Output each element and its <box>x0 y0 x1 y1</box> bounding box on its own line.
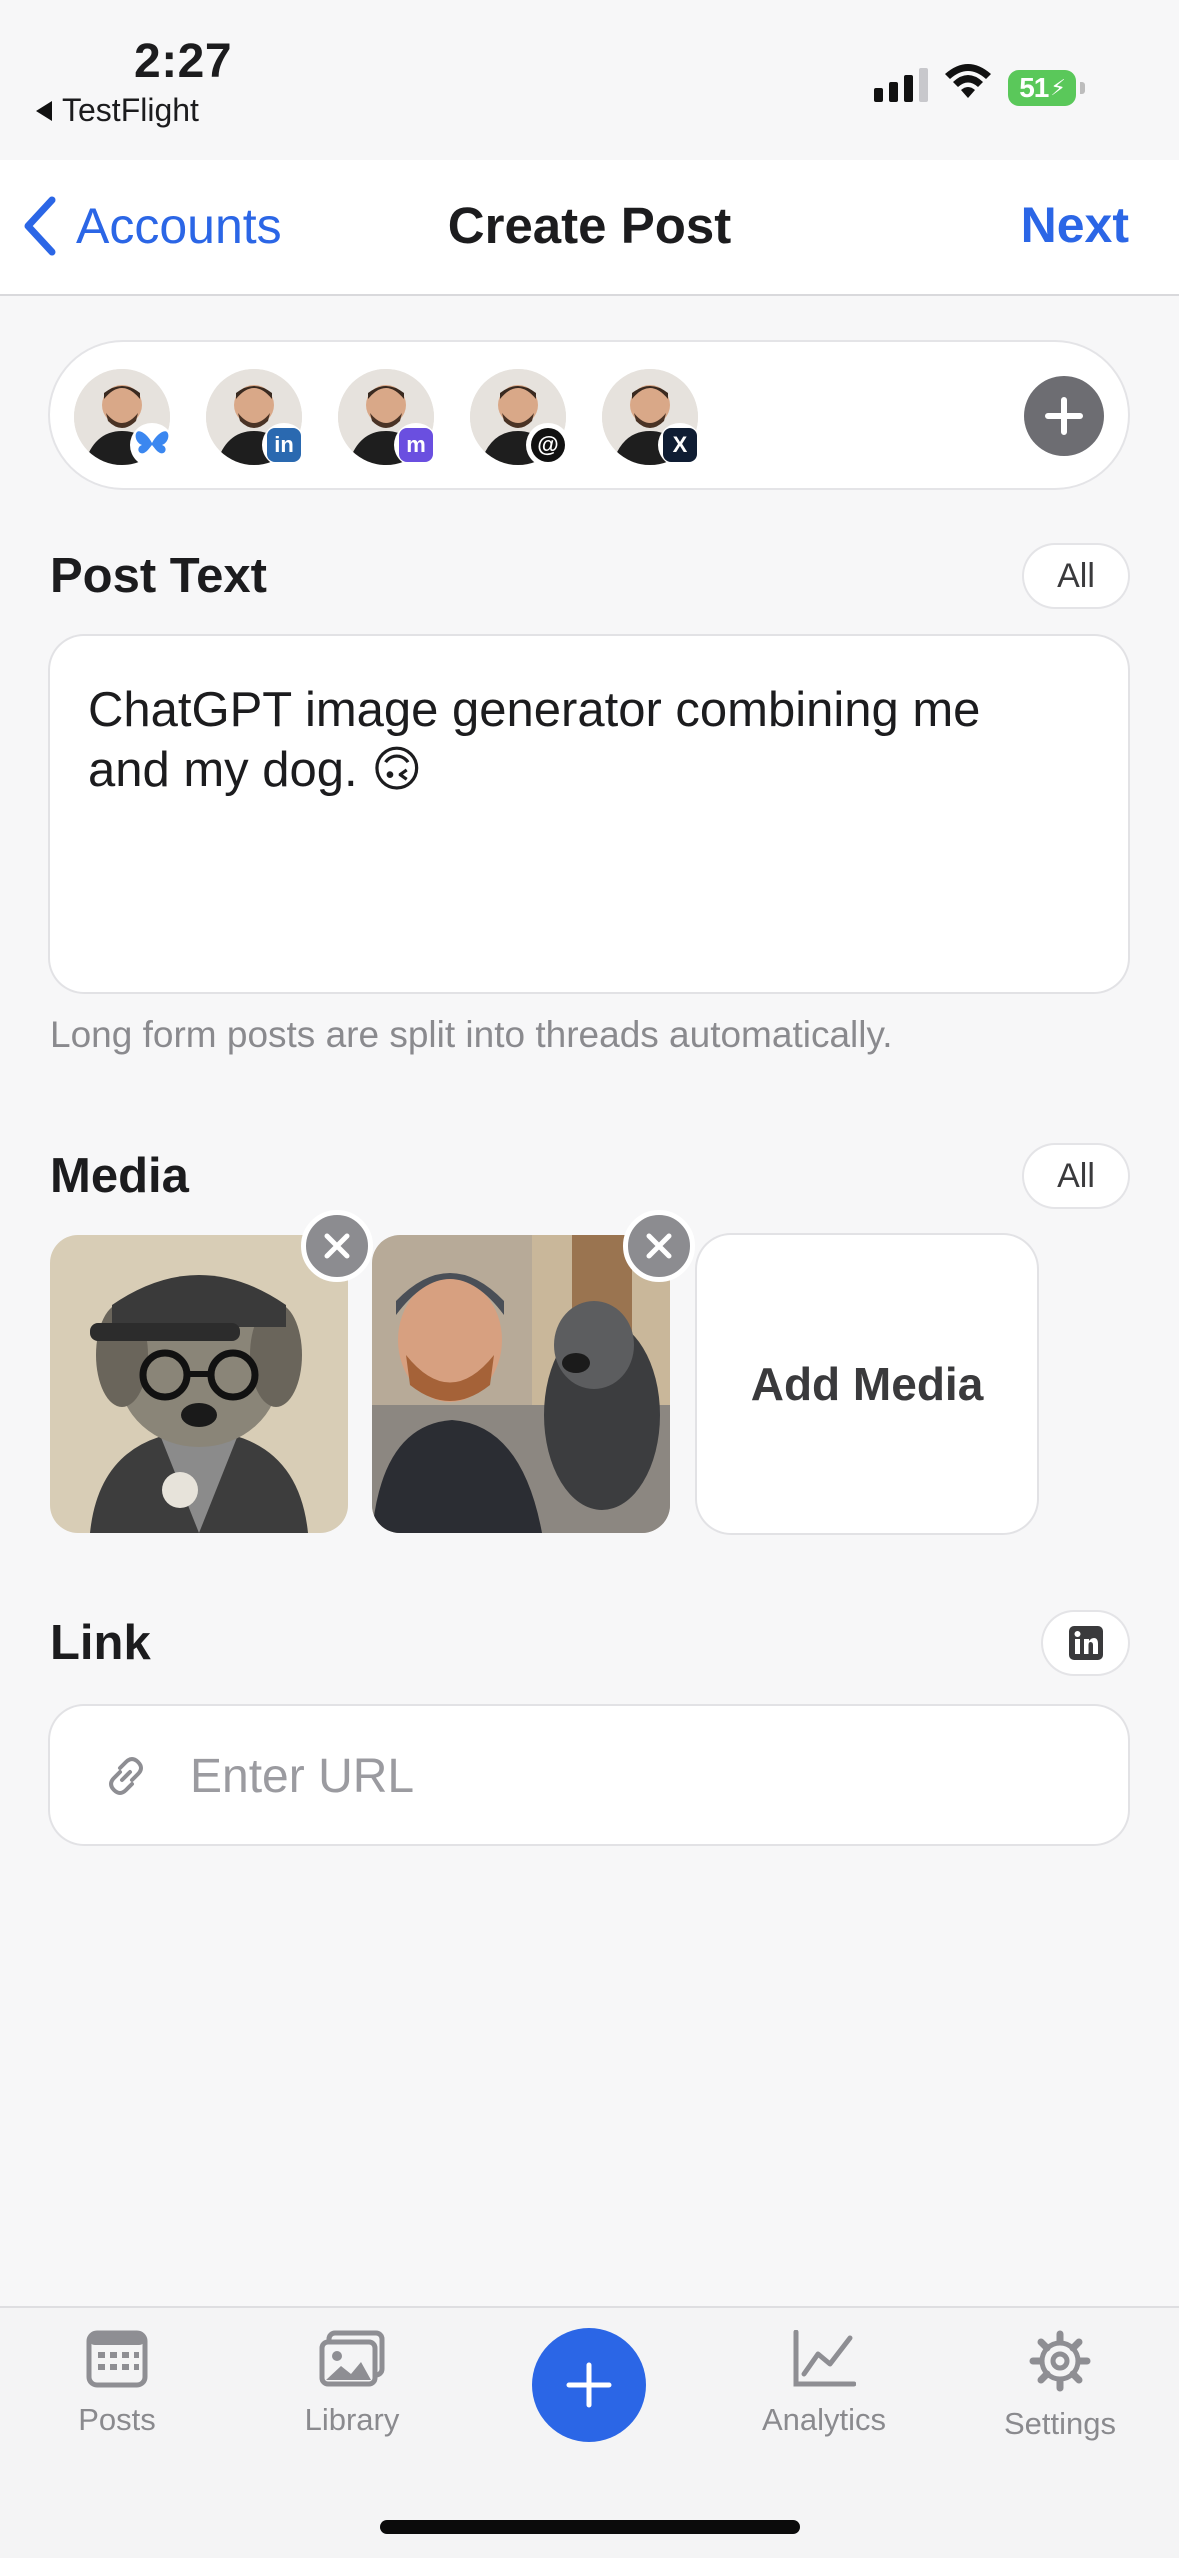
account-avatar-threads[interactable]: @ <box>470 369 570 467</box>
remove-media-1-button[interactable] <box>301 1210 373 1282</box>
account-avatar-linkedin[interactable]: in <box>206 369 306 467</box>
bluesky-icon <box>130 423 174 467</box>
compose-button[interactable] <box>532 2328 646 2442</box>
add-account-button[interactable] <box>1024 376 1104 456</box>
plus-icon <box>566 2362 612 2408</box>
photos-icon <box>319 2330 385 2387</box>
post-text-scope-button[interactable]: All <box>1024 545 1128 607</box>
status-time: 2:27 <box>134 35 233 88</box>
cellular-signal-icon <box>874 68 928 102</box>
threads-icon: @ <box>526 423 570 467</box>
link-heading: Link <box>50 1616 151 1670</box>
linkedin-icon: in <box>262 423 306 467</box>
tab-analytics-label: Analytics <box>761 2402 887 2437</box>
selected-accounts-bar: in m @ X <box>50 342 1128 488</box>
back-app-label: TestFlight <box>62 92 199 128</box>
photo-man-with-dog-image <box>372 1235 670 1533</box>
next-button[interactable]: Next <box>1021 196 1129 254</box>
link-icon <box>98 1748 154 1809</box>
calendar-icon <box>86 2330 148 2388</box>
media-thumbnail-photo[interactable] <box>372 1235 670 1533</box>
post-text-hint: Long form posts are split into threads a… <box>50 1014 893 1055</box>
mastodon-icon: m <box>394 423 438 467</box>
page-title: Create Post <box>447 197 732 254</box>
gear-icon <box>1029 2330 1091 2392</box>
wifi-icon <box>944 62 992 105</box>
remove-media-2-button[interactable] <box>623 1210 695 1282</box>
tab-analytics[interactable]: Analytics <box>734 2330 914 2438</box>
linkedin-icon <box>1068 1626 1103 1660</box>
back-triangle-icon <box>36 100 52 121</box>
tab-posts-label: Posts <box>78 2402 156 2437</box>
close-icon <box>324 1233 350 1259</box>
battery-level: 51 <box>1019 72 1049 103</box>
chart-icon <box>793 2330 856 2387</box>
illustrated-dog-image <box>50 1235 348 1533</box>
plus-icon <box>1045 397 1083 435</box>
post-text-heading: Post Text <box>50 549 267 603</box>
account-avatar-mastodon[interactable]: m <box>338 369 438 467</box>
battery-indicator: 51 ⚡ <box>1008 70 1085 106</box>
tab-settings-label: Settings <box>1003 2406 1116 2441</box>
account-avatar-x[interactable]: X <box>602 369 702 467</box>
x-icon: X <box>658 423 702 467</box>
media-thumbnail-illustration[interactable] <box>50 1235 348 1533</box>
post-text-value[interactable]: ChatGPT image generator combining me and… <box>88 680 1068 800</box>
home-indicator <box>380 2520 800 2534</box>
account-avatar-bluesky[interactable] <box>74 369 174 467</box>
url-input[interactable] <box>190 1746 1070 1806</box>
add-media-button[interactable]: Add Media <box>697 1235 1037 1533</box>
link-network-button[interactable] <box>1043 1612 1128 1674</box>
media-scope-button[interactable]: All <box>1024 1145 1128 1207</box>
tab-library[interactable]: Library <box>262 2330 442 2438</box>
close-icon <box>646 1233 672 1259</box>
tab-settings[interactable]: Settings <box>970 2330 1150 2442</box>
media-heading: Media <box>50 1149 189 1203</box>
back-to-app-link[interactable]: TestFlight <box>36 92 199 129</box>
tab-library-label: Library <box>304 2402 400 2437</box>
tab-posts[interactable]: Posts <box>27 2330 207 2438</box>
